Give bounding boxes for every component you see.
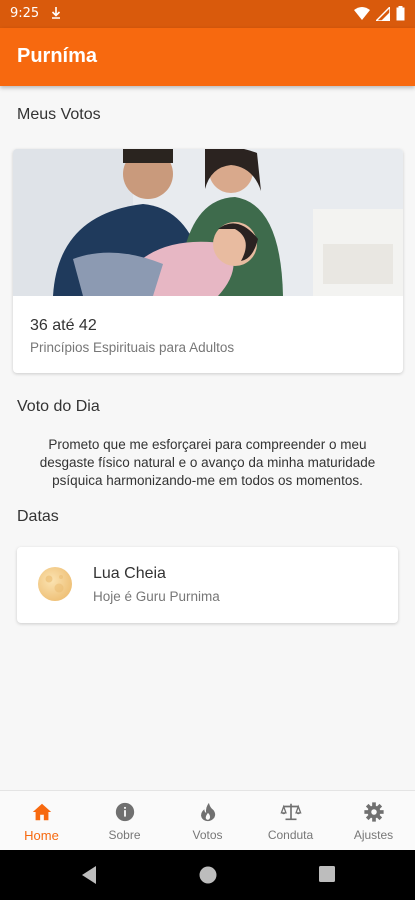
full-moon-icon xyxy=(38,567,72,601)
back-icon[interactable] xyxy=(80,865,98,885)
gear-icon xyxy=(363,802,384,822)
nav-ajustes[interactable]: Ajustes xyxy=(332,791,415,850)
date-description: Hoje é Guru Purnima xyxy=(93,589,220,604)
daily-vow-heading: Voto do Dia xyxy=(17,398,100,415)
app-bar: Purníma xyxy=(0,28,415,86)
dates-heading: Datas xyxy=(17,508,59,525)
nav-votos-label: Votos xyxy=(192,828,223,842)
signal-icon xyxy=(376,6,390,21)
vow-subtitle: Princípios Espirituais para Adultos xyxy=(30,340,235,355)
scale-icon xyxy=(279,803,302,821)
nav-home[interactable]: Home xyxy=(0,791,83,850)
system-icons xyxy=(354,6,405,21)
app-title: Purníma xyxy=(17,45,98,67)
nav-sobre[interactable]: Sobre xyxy=(83,791,166,850)
status-bar: 9:25 xyxy=(0,0,415,28)
vow-range: 36 até 42 xyxy=(30,317,97,334)
system-nav-bar xyxy=(0,850,415,900)
nav-conduta-label: Conduta xyxy=(267,828,314,842)
nav-home-label: Home xyxy=(24,828,59,843)
date-card[interactable]: Lua Cheia Hoje é Guru Purnima xyxy=(17,547,398,623)
bottom-nav: Home Sobre Votos Conduta Ajustes xyxy=(0,790,415,850)
flame-icon xyxy=(200,802,215,822)
daily-vow-text: Prometo que me esforçarei para compreend… xyxy=(39,437,376,488)
download-icon xyxy=(51,7,61,19)
status-time: 9:25 xyxy=(10,6,40,21)
nav-conduta[interactable]: Conduta xyxy=(249,791,332,850)
nav-ajustes-label: Ajustes xyxy=(353,828,394,842)
nav-votos[interactable]: Votos xyxy=(166,791,249,850)
vow-card[interactable]: 36 até 42 Princípios Espirituais para Ad… xyxy=(13,149,403,373)
vows-heading: Meus Votos xyxy=(17,106,101,123)
family-photo xyxy=(13,149,403,296)
home-circle-icon[interactable] xyxy=(198,865,218,885)
home-icon xyxy=(32,803,51,821)
nav-sobre-label: Sobre xyxy=(108,828,141,842)
wifi-icon xyxy=(354,6,370,20)
recents-icon[interactable] xyxy=(318,865,336,883)
date-name: Lua Cheia xyxy=(93,565,166,582)
info-icon xyxy=(115,802,134,822)
battery-icon xyxy=(396,6,405,21)
